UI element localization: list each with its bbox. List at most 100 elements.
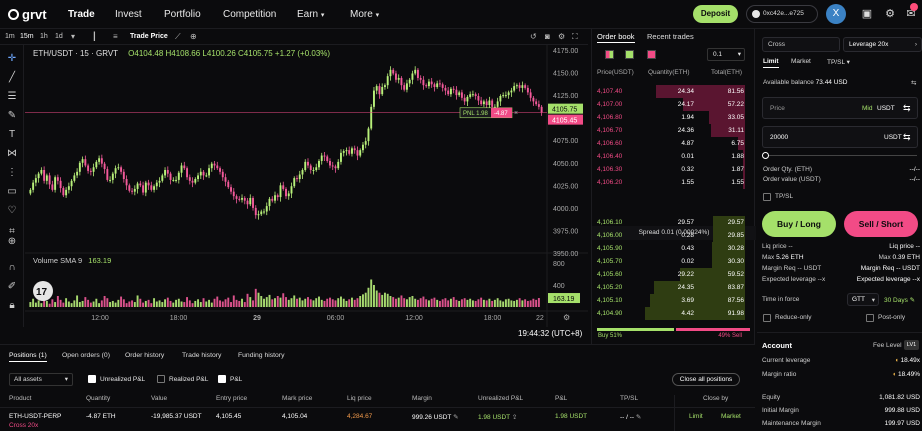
position-product[interactable]: ETH-USDT-PERP xyxy=(9,413,61,420)
timeframe-1d[interactable]: 1d xyxy=(55,33,63,40)
bid-row[interactable]: 4,105.20 24.35 83.87 xyxy=(592,281,756,294)
price-input[interactable]: Price Mid USDT ⇆ xyxy=(762,97,918,119)
nav-competition[interactable]: Competition xyxy=(223,9,276,20)
amount-slider[interactable] xyxy=(765,155,917,156)
bid-row[interactable]: 4,105.10 3.69 87.56 xyxy=(592,294,756,307)
amount-swap-icon[interactable]: ⇆ xyxy=(903,132,911,143)
tab-order-book[interactable]: Order book xyxy=(597,32,635,43)
pattern-icon[interactable]: ⋈ xyxy=(6,148,18,160)
candle-type-icon[interactable]: ┃ xyxy=(92,32,97,41)
crosshair-icon[interactable]: ✛ xyxy=(6,53,18,65)
view-bids-icon[interactable] xyxy=(625,50,634,59)
bid-row[interactable]: 4,106.10 29.57 29.57 xyxy=(592,216,756,229)
lock-icon[interactable]: 🔒︎ xyxy=(6,300,18,312)
tab-market[interactable]: Market xyxy=(791,58,811,65)
wallet-address-button[interactable]: 0xc42e...e725 xyxy=(746,5,818,23)
view-asks-icon[interactable] xyxy=(647,50,656,59)
undo-icon[interactable]: ↺ xyxy=(530,32,537,41)
mid-price-button[interactable]: Mid xyxy=(862,105,872,112)
layout-icon[interactable]: ▣ xyxy=(861,8,873,20)
nav-portfolio[interactable]: Portfolio xyxy=(164,9,201,20)
tick-size-select[interactable]: 0.1 ▾ xyxy=(707,48,745,61)
slider-handle[interactable] xyxy=(762,152,769,159)
zoom-icon[interactable]: ⊕ xyxy=(6,236,18,248)
post-only-checkbox[interactable] xyxy=(866,314,874,322)
reduce-only-checkbox[interactable] xyxy=(763,314,771,322)
share-icon[interactable]: ⇪ xyxy=(512,414,517,421)
chevron-down-icon[interactable]: ▾ xyxy=(71,32,75,41)
close-all-positions-button[interactable]: Close all positions xyxy=(672,373,740,386)
ask-row[interactable]: 4,106.80 1.94 33.05 xyxy=(592,111,756,124)
amount-input[interactable]: 20000 USDT ⇆ xyxy=(762,126,918,148)
compare-icon[interactable]: ⟋ xyxy=(175,32,181,42)
close-market-button[interactable]: Market xyxy=(721,413,741,420)
sell-short-button[interactable]: Sell / Short xyxy=(844,211,918,237)
bid-row[interactable]: 4,105.70 0.02 30.30 xyxy=(592,255,756,268)
tab-trade-history[interactable]: Trade history xyxy=(182,352,221,359)
horizontal-lines-icon[interactable]: ☰ xyxy=(6,91,18,103)
favorite-icon[interactable]: ♡ xyxy=(6,205,18,217)
nav-more[interactable]: More ▾ xyxy=(350,9,379,20)
settings-icon[interactable]: ⚙ xyxy=(558,32,565,41)
view-both-icon[interactable] xyxy=(605,50,614,59)
leverage-select[interactable]: Leverage 20x › xyxy=(843,37,922,52)
swap-icon[interactable]: ⇆ xyxy=(911,79,916,87)
text-icon[interactable]: T xyxy=(6,129,18,141)
tif-days[interactable]: 30 Days ✎ xyxy=(884,296,915,304)
tab-tpsl[interactable]: TP/SL ▾ xyxy=(827,58,850,66)
tpsl-checkbox[interactable] xyxy=(763,193,771,201)
deposit-button[interactable]: Deposit xyxy=(693,5,738,23)
magnet-icon[interactable]: ∩ xyxy=(6,262,18,274)
nav-invest[interactable]: Invest xyxy=(115,9,142,20)
tab-funding-history[interactable]: Funding history xyxy=(238,352,284,359)
trade-price-toggle[interactable]: Trade Price xyxy=(130,33,168,40)
edit-icon[interactable]: ✎ xyxy=(453,414,458,421)
indicators-icon[interactable]: ≡ xyxy=(113,32,118,41)
close-limit-button[interactable]: Limit xyxy=(689,413,703,420)
nav-earn[interactable]: Earn ▾ xyxy=(297,9,324,20)
brush-icon[interactable]: ✎ xyxy=(6,110,18,122)
ask-row[interactable]: 4,107.40 24.34 81.56 xyxy=(592,85,756,98)
unrealized-pnl-checkbox[interactable] xyxy=(88,375,96,383)
tab-limit[interactable]: Limit xyxy=(763,58,779,68)
realized-pnl-checkbox[interactable] xyxy=(157,375,165,383)
margin-mode-select[interactable]: Cross xyxy=(762,37,840,52)
bid-row[interactable]: 4,104.90 4.42 91.98 xyxy=(592,307,756,320)
asset-filter-select[interactable]: All assets ▾ xyxy=(9,373,73,386)
trendline-icon[interactable]: ╱ xyxy=(6,72,18,84)
tab-order-history[interactable]: Order history xyxy=(125,352,164,359)
avatar[interactable]: X xyxy=(826,4,846,24)
tab-recent-trades[interactable]: Recent trades xyxy=(647,32,694,41)
bid-row[interactable]: 4,105.90 0.43 30.28 xyxy=(592,242,756,255)
ask-row[interactable]: 4,107.00 24.17 57.22 xyxy=(592,98,756,111)
lock-drawing-icon[interactable]: ✐ xyxy=(6,281,18,293)
timeframe-1m[interactable]: 1m xyxy=(5,33,15,40)
candle-body xyxy=(208,168,210,176)
ruler-icon[interactable]: ▭ xyxy=(6,186,18,198)
buy-long-button[interactable]: Buy / Long xyxy=(762,211,836,237)
pnl-checkbox[interactable] xyxy=(218,375,226,383)
settings-icon[interactable]: ⚙ xyxy=(884,8,896,20)
ask-row[interactable]: 4,106.70 24.36 31.11 xyxy=(592,124,756,137)
ask-row[interactable]: 4,106.40 0.01 1.88 xyxy=(592,150,756,163)
price-swap-icon[interactable]: ⇆ xyxy=(903,103,911,114)
timeframe-15m[interactable]: 15m xyxy=(20,33,34,40)
add-icon[interactable]: ⊕ xyxy=(190,32,197,41)
candlestick-chart[interactable]: 4175.004150.004125.004100.004075.004050.… xyxy=(25,45,588,327)
nav-trade[interactable]: Trade xyxy=(68,9,95,20)
grvt-logo[interactable]: grvt xyxy=(8,7,47,22)
bid-row[interactable]: 4,106.00 0.28 29.85 xyxy=(592,229,756,242)
fullscreen-icon[interactable]: ⛶ xyxy=(572,32,578,42)
timeframe-1h[interactable]: 1h xyxy=(40,33,48,40)
bid-row[interactable]: 4,105.60 29.22 59.52 xyxy=(592,268,756,281)
tab-positions[interactable]: Positions (1) xyxy=(9,352,47,362)
edit-icon[interactable]: ✎ xyxy=(636,414,641,421)
ask-row[interactable]: 4,106.30 0.32 1.87 xyxy=(592,163,756,176)
price-chart[interactable]: 4175.004150.004125.004100.004075.004050.… xyxy=(25,45,588,327)
tab-open-orders[interactable]: Open orders (0) xyxy=(62,352,110,359)
measure-icon[interactable]: ⋮ xyxy=(6,167,18,179)
ask-row[interactable]: 4,106.20 1.55 1.55 xyxy=(592,176,756,189)
tif-select[interactable]: GTT ▾ xyxy=(847,293,879,306)
camera-icon[interactable]: ◙ xyxy=(545,32,550,41)
ask-row[interactable]: 4,106.60 4.87 6.75 xyxy=(592,137,756,150)
